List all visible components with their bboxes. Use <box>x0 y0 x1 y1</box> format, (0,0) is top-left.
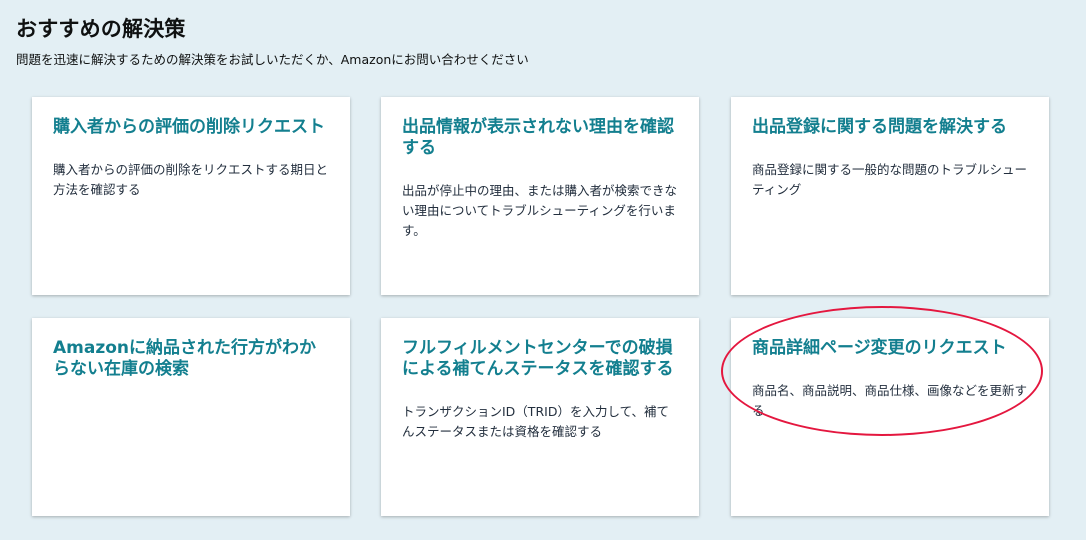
page-subtitle: 問題を迅速に解決するための解決策をお試しいただくか、Amazonにお問い合わせく… <box>16 52 529 67</box>
solution-card-feedback-removal[interactable]: 購入者からの評価の削除リクエスト 購入者からの評価の削除をリクエストする期日と方… <box>32 97 350 295</box>
solution-card-damage-reimbursement[interactable]: フルフィルメントセンターでの破損による補てんステータスを確認する トランザクショ… <box>381 318 699 516</box>
card-title[interactable]: Amazonに納品された行方がわからない在庫の検索 <box>53 338 328 380</box>
card-description: 商品登録に関する一般的な問題のトラブルシューティング <box>752 162 1028 197</box>
solution-card-listing-registration[interactable]: 出品登録に関する問題を解決する 商品登録に関する一般的な問題のトラブルシューティ… <box>731 97 1049 295</box>
card-description: 商品名、商品説明、商品仕様、画像などを更新する <box>752 383 1028 418</box>
card-description: トランザクションID（TRID）を入力して、補てんステータスまたは資格を確認する <box>402 404 669 439</box>
page-title: おすすめの解決策 <box>16 17 186 41</box>
solution-card-detail-page-change[interactable]: 商品詳細ページ変更のリクエスト 商品名、商品説明、商品仕様、画像などを更新する <box>731 318 1049 516</box>
card-description: 購入者からの評価の削除をリクエストする期日と方法を確認する <box>53 162 329 197</box>
card-title[interactable]: 購入者からの評価の削除リクエスト <box>53 117 328 138</box>
card-title[interactable]: 出品登録に関する問題を解決する <box>752 117 1027 138</box>
card-title[interactable]: 商品詳細ページ変更のリクエスト <box>752 338 1027 359</box>
solution-card-lost-inventory[interactable]: Amazonに納品された行方がわからない在庫の検索 <box>32 318 350 516</box>
card-description: 出品が停止中の理由、または購入者が検索できない理由についてトラブルシューティング… <box>402 183 678 238</box>
solution-card-listing-not-shown[interactable]: 出品情報が表示されない理由を確認する 出品が停止中の理由、または購入者が検索でき… <box>381 97 699 295</box>
card-title[interactable]: 出品情報が表示されない理由を確認する <box>402 117 677 159</box>
card-title[interactable]: フルフィルメントセンターでの破損による補てんステータスを確認する <box>402 338 677 380</box>
